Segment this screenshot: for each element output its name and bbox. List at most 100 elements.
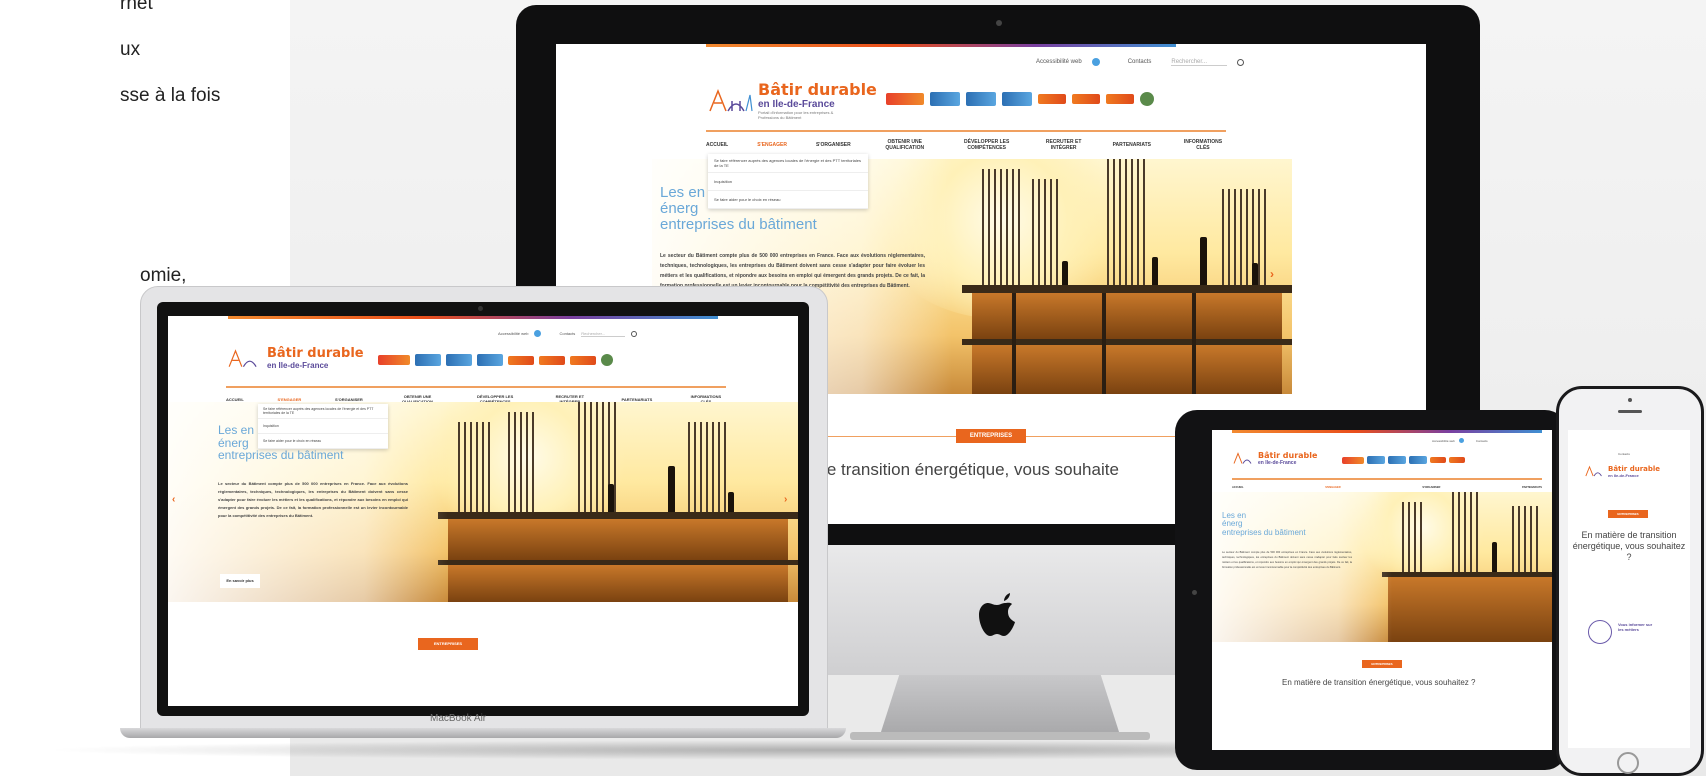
phone-speaker bbox=[1618, 410, 1642, 413]
dropdown-item[interactable]: Se faire aider pour le choix en réseau bbox=[258, 434, 388, 449]
nav-recruter[interactable]: RECRUTER ET INTÉGRER bbox=[1044, 139, 1084, 151]
worker bbox=[608, 484, 614, 512]
top-accent-line bbox=[228, 316, 718, 319]
worker bbox=[668, 466, 675, 512]
contact-link[interactable]: Contacts bbox=[1128, 59, 1152, 65]
partner-logo[interactable] bbox=[1140, 92, 1154, 106]
imac-stand bbox=[880, 675, 1120, 735]
ipad-screen: Accessibilité web Contacts Bâtir durable… bbox=[1212, 430, 1552, 750]
partner-logo[interactable] bbox=[1002, 92, 1032, 106]
accessibility-icon[interactable] bbox=[1091, 58, 1100, 66]
nav-partenariats[interactable]: PARTENARIATS bbox=[622, 397, 653, 402]
nav-accueil[interactable]: ACCUEIL bbox=[1232, 486, 1244, 489]
contact-link[interactable]: Contacts bbox=[1618, 452, 1630, 456]
nav-partenariats[interactable]: PARTENARIATS bbox=[1522, 486, 1542, 489]
site-logo[interactable]: Bâtir durable en Ile-de-France bbox=[226, 346, 364, 370]
deck-glow bbox=[972, 293, 1282, 339]
nav-accueil[interactable]: ACCUEIL bbox=[226, 397, 244, 402]
logo-title: Bâtir durable bbox=[1258, 450, 1318, 460]
accessibility-link[interactable]: Accessibilité web bbox=[1432, 439, 1455, 443]
deck-glow bbox=[448, 519, 788, 560]
site-logo[interactable]: Bâtir durable en Ile-de-France bbox=[1232, 450, 1317, 466]
nav-sorganiser[interactable]: S'ORGANISER bbox=[1422, 486, 1440, 489]
partner-logo[interactable] bbox=[966, 92, 996, 106]
learn-more-button[interactable]: En savoir plus bbox=[220, 574, 260, 588]
home-button[interactable] bbox=[1617, 752, 1639, 774]
eiffel-logo-icon bbox=[706, 87, 754, 113]
website: Accessibilité web Contacts Bâtir durable… bbox=[1212, 430, 1552, 750]
next-arrow-icon[interactable]: › bbox=[1270, 267, 1274, 281]
rebar-column bbox=[1107, 159, 1149, 289]
partner-logos bbox=[886, 92, 1154, 106]
search-input[interactable]: Rechercher... bbox=[581, 331, 626, 337]
nav-competences[interactable]: DÉVELOPPER LES COMPÉTENCES bbox=[959, 139, 1015, 151]
search-input[interactable]: Rechercher... bbox=[1171, 59, 1228, 66]
next-arrow-icon[interactable]: › bbox=[784, 494, 787, 505]
accessibility-link[interactable]: Accessibilité web bbox=[498, 331, 528, 336]
dropdown-item[interactable]: Se faire référencer auprès des agences l… bbox=[258, 404, 388, 419]
partner-logo[interactable] bbox=[601, 354, 613, 366]
partner-logo[interactable] bbox=[1388, 456, 1406, 464]
logo-title: Bâtir durable bbox=[267, 346, 364, 361]
partner-logo[interactable] bbox=[446, 354, 472, 366]
hero-title-line: entreprises du bâtiment bbox=[660, 215, 817, 233]
accessibility-icon[interactable] bbox=[1458, 438, 1464, 443]
nav-sengager[interactable]: S'ENGAGER bbox=[1325, 486, 1340, 489]
dropdown-item[interactable]: Se faire aider pour le choix en réseau bbox=[708, 191, 868, 209]
nav-sengager[interactable]: S'ENGAGER bbox=[277, 397, 301, 402]
partner-logo[interactable] bbox=[1038, 94, 1066, 104]
accessibility-link[interactable]: Accessibilité web bbox=[1036, 59, 1082, 65]
partner-logo[interactable] bbox=[477, 354, 503, 366]
deck-glow bbox=[448, 565, 788, 602]
info-circle-icon[interactable] bbox=[1588, 620, 1612, 644]
search-icon[interactable] bbox=[1237, 58, 1245, 66]
partner-logo[interactable] bbox=[570, 355, 596, 365]
section-badge: ENTREPRISES bbox=[956, 429, 1026, 443]
contact-link[interactable]: Contacts bbox=[559, 331, 575, 336]
partner-logo[interactable] bbox=[378, 355, 410, 365]
site-logo[interactable]: Bâtir durable en Ile-de-France Portail d… bbox=[706, 80, 877, 120]
nav-sorganiser[interactable]: S'ORGANISER bbox=[335, 397, 363, 402]
site-logo[interactable]: Bâtir durable en Ile-de-France bbox=[1584, 464, 1660, 478]
rebar-column bbox=[1222, 189, 1268, 289]
partner-logo[interactable] bbox=[415, 354, 441, 366]
nav-partenariats[interactable]: PARTENARIATS bbox=[1113, 142, 1151, 148]
macbook-label: MacBook Air bbox=[430, 713, 487, 724]
partner-logo[interactable] bbox=[1367, 456, 1385, 464]
accessibility-icon[interactable] bbox=[534, 330, 542, 337]
nav-sengager[interactable]: S'ENGAGER bbox=[757, 142, 787, 148]
partner-logo[interactable] bbox=[539, 355, 565, 365]
partner-logo[interactable] bbox=[930, 92, 960, 106]
logo-subtitle: en Ile-de-France bbox=[758, 99, 835, 110]
partner-logo[interactable] bbox=[1106, 94, 1134, 104]
contact-link[interactable]: Contacts bbox=[1476, 439, 1488, 443]
side-line: sse à la fois bbox=[120, 85, 221, 106]
post bbox=[1102, 293, 1106, 394]
card-label[interactable]: Vous informer sur les métiers bbox=[1618, 622, 1658, 632]
partner-logos bbox=[1342, 456, 1465, 464]
worker bbox=[1492, 542, 1497, 572]
search-icon[interactable] bbox=[631, 330, 638, 337]
partner-logo[interactable] bbox=[1449, 457, 1465, 463]
logo-tagline: Portail d'information pour les entrepris… bbox=[758, 110, 834, 120]
nav-accueil[interactable]: ACCUEIL bbox=[706, 142, 728, 148]
nav-qualification[interactable]: OBTENIR UNE QUALIFICATION bbox=[880, 139, 930, 151]
partner-logo[interactable] bbox=[1072, 94, 1100, 104]
partner-logo[interactable] bbox=[1342, 456, 1364, 464]
deck bbox=[438, 512, 798, 519]
partner-logo[interactable] bbox=[1409, 456, 1427, 464]
partner-logo[interactable] bbox=[886, 93, 924, 105]
nav-informations[interactable]: INFORMATIONS CLÉS bbox=[1180, 139, 1226, 151]
prev-arrow-icon[interactable]: ‹ bbox=[172, 494, 175, 505]
dropdown-item[interactable]: Inquisition bbox=[708, 173, 868, 191]
logo-subtitle: en Ile-de-France bbox=[1258, 459, 1297, 466]
dropdown-item[interactable]: Inquisition bbox=[258, 419, 388, 434]
dropdown-item[interactable]: Se faire référencer auprès des agences l… bbox=[708, 154, 868, 173]
partner-logo[interactable] bbox=[1430, 457, 1446, 463]
partner-logo[interactable] bbox=[508, 355, 534, 365]
hero-title: Les en énerg entreprises du bâtiment bbox=[1222, 511, 1306, 537]
macbook-base bbox=[120, 728, 846, 738]
nav-sorganiser[interactable]: S'ORGANISER bbox=[816, 142, 851, 148]
macbook-camera bbox=[478, 306, 483, 311]
logo-title: Bâtir durable bbox=[1608, 464, 1661, 473]
